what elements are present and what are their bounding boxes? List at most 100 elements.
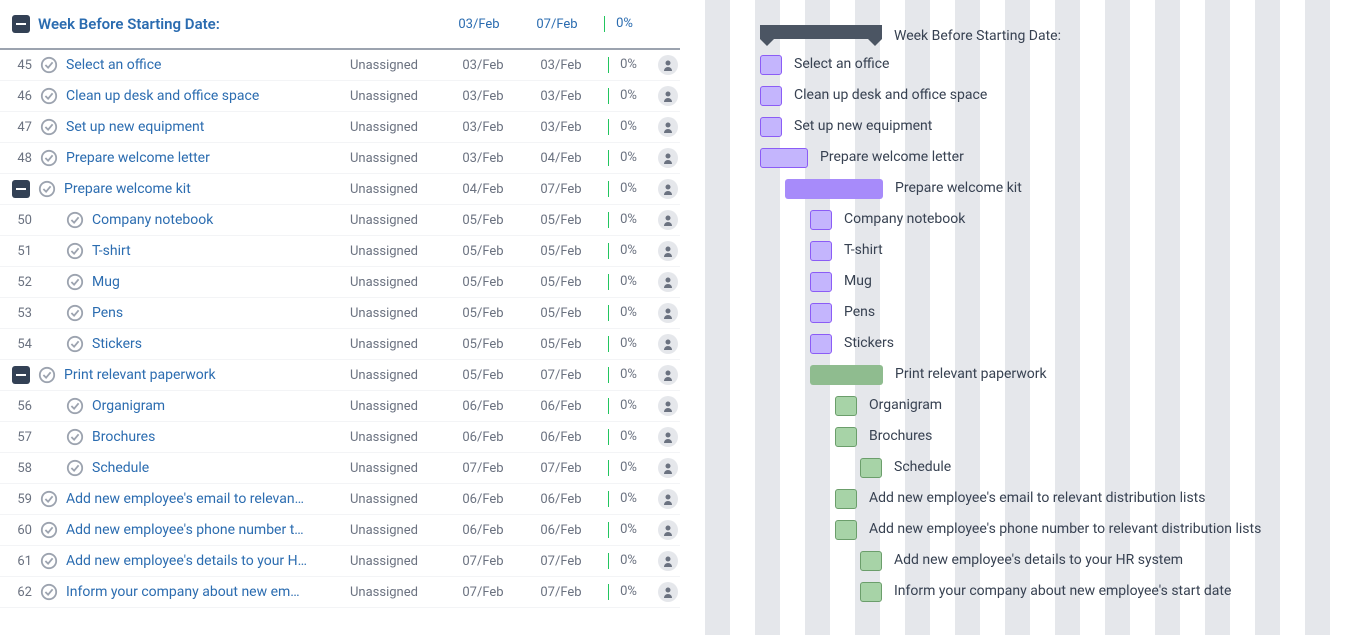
task-row[interactable]: Prepare welcome kitUnassigned04/Feb07/Fe…: [0, 174, 680, 205]
task-name[interactable]: Schedule: [92, 460, 342, 476]
gantt-bar[interactable]: [835, 396, 857, 416]
task-name[interactable]: T-shirt: [92, 243, 342, 259]
task-percent[interactable]: 0%: [608, 367, 648, 383]
task-end-date[interactable]: 06/Feb: [526, 399, 596, 414]
collapse-button[interactable]: [12, 180, 30, 198]
gantt-bar[interactable]: [810, 272, 832, 292]
task-start-date[interactable]: 03/Feb: [448, 151, 518, 166]
task-percent[interactable]: 0%: [608, 398, 648, 414]
gantt-bar[interactable]: [810, 241, 832, 261]
task-row[interactable]: 52MugUnassigned05/Feb05/Feb0%: [0, 267, 680, 298]
assign-avatar-button[interactable]: [656, 396, 680, 416]
task-done-icon[interactable]: [66, 428, 84, 446]
task-assigned[interactable]: Unassigned: [350, 523, 440, 538]
gantt-summary-bar[interactable]: [760, 25, 882, 39]
task-name[interactable]: Company notebook: [92, 212, 342, 228]
assign-avatar-button[interactable]: [656, 86, 680, 106]
task-end-date[interactable]: 03/Feb: [526, 89, 596, 104]
task-percent[interactable]: 0%: [608, 429, 648, 445]
task-percent[interactable]: 0%: [608, 553, 648, 569]
task-name[interactable]: Mug: [92, 274, 342, 290]
assign-avatar-button[interactable]: [656, 303, 680, 323]
task-end-date[interactable]: 05/Feb: [526, 337, 596, 352]
task-assigned[interactable]: Unassigned: [350, 430, 440, 445]
task-row[interactable]: 61Add new employee's details to your H…U…: [0, 546, 680, 577]
task-percent[interactable]: 0%: [608, 57, 648, 73]
task-start-date[interactable]: 05/Feb: [448, 337, 518, 352]
task-name[interactable]: Brochures: [92, 429, 342, 445]
task-start-date[interactable]: 04/Feb: [448, 182, 518, 197]
task-done-icon[interactable]: [66, 459, 84, 477]
task-name[interactable]: Set up new equipment: [66, 119, 342, 135]
task-row[interactable]: 48Prepare welcome letterUnassigned03/Feb…: [0, 143, 680, 174]
task-percent[interactable]: 0%: [608, 212, 648, 228]
task-assigned[interactable]: Unassigned: [350, 58, 440, 73]
task-done-icon[interactable]: [66, 273, 84, 291]
task-end-date[interactable]: 07/Feb: [526, 182, 596, 197]
task-start-date[interactable]: 03/Feb: [448, 89, 518, 104]
task-end-date[interactable]: 03/Feb: [526, 120, 596, 135]
gantt-bar[interactable]: [785, 179, 883, 199]
task-start-date[interactable]: 07/Feb: [448, 554, 518, 569]
gantt-bar[interactable]: [860, 582, 882, 602]
task-row[interactable]: 56OrganigramUnassigned06/Feb06/Feb0%: [0, 391, 680, 422]
gantt-bar[interactable]: [835, 520, 857, 540]
task-end-date[interactable]: 07/Feb: [526, 461, 596, 476]
task-row[interactable]: 57BrochuresUnassigned06/Feb06/Feb0%: [0, 422, 680, 453]
assign-avatar-button[interactable]: [656, 551, 680, 571]
task-assigned[interactable]: Unassigned: [350, 461, 440, 476]
task-row[interactable]: 62Inform your company about new em…Unass…: [0, 577, 680, 608]
task-name[interactable]: Clean up desk and office space: [66, 88, 342, 104]
assign-avatar-button[interactable]: [656, 458, 680, 478]
task-assigned[interactable]: Unassigned: [350, 89, 440, 104]
task-row[interactable]: 60Add new employee's phone number t…Unas…: [0, 515, 680, 546]
task-end-date[interactable]: 06/Feb: [526, 430, 596, 445]
task-name[interactable]: Stickers: [92, 336, 342, 352]
task-name[interactable]: Add new employee's details to your H…: [66, 553, 342, 569]
task-end-date[interactable]: 05/Feb: [526, 244, 596, 259]
task-start-date[interactable]: 05/Feb: [448, 213, 518, 228]
task-end-date[interactable]: 05/Feb: [526, 306, 596, 321]
gantt-bar[interactable]: [760, 117, 782, 137]
assign-avatar-button[interactable]: [656, 210, 680, 230]
task-done-icon[interactable]: [66, 397, 84, 415]
task-start-date[interactable]: 05/Feb: [448, 306, 518, 321]
task-assigned[interactable]: Unassigned: [350, 244, 440, 259]
assign-avatar-button[interactable]: [656, 334, 680, 354]
task-assigned[interactable]: Unassigned: [350, 275, 440, 290]
task-percent[interactable]: 0%: [608, 274, 648, 290]
task-done-icon[interactable]: [38, 366, 56, 384]
gantt-bar[interactable]: [860, 551, 882, 571]
task-percent[interactable]: 0%: [608, 243, 648, 259]
gantt-bar[interactable]: [835, 489, 857, 509]
task-done-icon[interactable]: [40, 490, 58, 508]
task-start-date[interactable]: 05/Feb: [448, 244, 518, 259]
task-row[interactable]: 50Company notebookUnassigned05/Feb05/Feb…: [0, 205, 680, 236]
assign-avatar-button[interactable]: [656, 117, 680, 137]
task-start-date[interactable]: 06/Feb: [448, 430, 518, 445]
task-percent[interactable]: 0%: [608, 522, 648, 538]
collapse-group-button[interactable]: [12, 15, 30, 33]
assign-avatar-button[interactable]: [656, 520, 680, 540]
assign-avatar-button[interactable]: [656, 55, 680, 75]
task-name[interactable]: Prepare welcome letter: [66, 150, 342, 166]
task-name[interactable]: Add new employee's email to relevan…: [66, 491, 342, 507]
task-assigned[interactable]: Unassigned: [350, 120, 440, 135]
task-assigned[interactable]: Unassigned: [350, 306, 440, 321]
task-end-date[interactable]: 04/Feb: [526, 151, 596, 166]
gantt-bar[interactable]: [835, 427, 857, 447]
task-name[interactable]: Inform your company about new em…: [66, 584, 342, 600]
assign-avatar-button[interactable]: [656, 148, 680, 168]
task-done-icon[interactable]: [66, 335, 84, 353]
gantt-bar[interactable]: [810, 365, 883, 385]
task-start-date[interactable]: 06/Feb: [448, 399, 518, 414]
task-done-icon[interactable]: [38, 180, 56, 198]
assign-avatar-button[interactable]: [656, 272, 680, 292]
task-done-icon[interactable]: [40, 149, 58, 167]
task-percent[interactable]: 0%: [608, 584, 648, 600]
task-assigned[interactable]: Unassigned: [350, 399, 440, 414]
task-done-icon[interactable]: [40, 56, 58, 74]
assign-avatar-button[interactable]: [656, 582, 680, 602]
task-percent[interactable]: 0%: [608, 305, 648, 321]
assign-avatar-button[interactable]: [656, 427, 680, 447]
